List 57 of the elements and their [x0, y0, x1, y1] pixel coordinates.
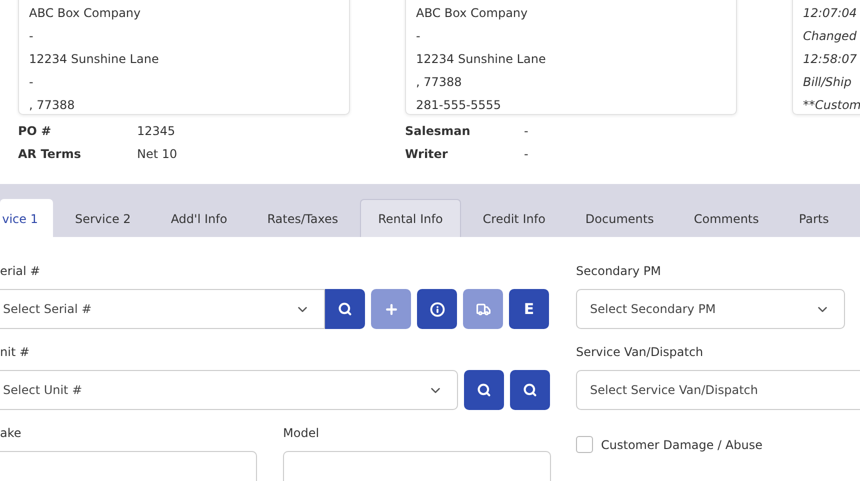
unit-select[interactable]: Select Unit #: [0, 370, 458, 410]
field-label: Service Van/Dispatch: [576, 344, 704, 361]
tab[interactable]: Add'l Info: [152, 199, 246, 237]
tab[interactable]: Parts: [780, 199, 847, 237]
tab[interactable]: Rates/Taxes: [249, 199, 356, 237]
address-line: 12234 Sunshine Lane: [416, 51, 547, 68]
info-button[interactable]: [417, 289, 457, 329]
search-button[interactable]: [464, 370, 504, 410]
info-value: -: [524, 123, 530, 140]
info-label: Writer: [405, 146, 449, 163]
address-line: -: [416, 28, 422, 45]
info-icon: [430, 302, 444, 316]
info-label: PO #: [18, 123, 52, 140]
truck-icon: [476, 302, 490, 316]
search-icon: [338, 302, 352, 316]
service-van-select[interactable]: Select Service Van/Dispatch: [576, 370, 860, 410]
search-button[interactable]: [325, 289, 365, 329]
address-line: Changed: [803, 28, 858, 45]
field-label: Model: [283, 425, 320, 442]
tab[interactable]: Comments: [676, 199, 777, 237]
info-value: 12345: [137, 123, 176, 140]
checkbox-label: Customer Damage / Abuse: [601, 438, 762, 452]
field-label: nit #: [0, 344, 31, 361]
address-line: -: [29, 28, 34, 45]
make-select[interactable]: [0, 451, 257, 481]
info-value: -: [524, 146, 530, 163]
address-line: 281-555-5555: [416, 97, 502, 114]
info-value: Net 10: [137, 146, 178, 163]
tab[interactable]: Service 2: [57, 199, 149, 237]
plus-icon: [384, 302, 398, 316]
tab[interactable]: vice 1: [0, 199, 53, 237]
address-line: Bill/Ship: [803, 74, 852, 91]
field-label: erial #: [0, 263, 42, 280]
address-line: 12:07:04: [803, 5, 858, 22]
address-line: ABC Box Company: [29, 5, 142, 22]
checkbox[interactable]: [576, 436, 593, 453]
address-line: , 77388: [416, 74, 463, 91]
search-icon: [477, 383, 491, 397]
tab[interactable]: Rental Info: [360, 199, 461, 237]
info-label: AR Terms: [18, 146, 82, 163]
address-line: -: [29, 74, 34, 91]
tab[interactable]: Credit Info: [464, 199, 564, 237]
e-button[interactable]: E: [509, 289, 549, 329]
address-line: 12234 Sunshine Lane: [29, 51, 160, 68]
secondary-pm-select[interactable]: Select Secondary PM: [576, 289, 845, 329]
serial-select[interactable]: Select Serial #: [0, 289, 325, 329]
field-label: Secondary PM: [576, 263, 662, 280]
address-line: **Custom: [803, 97, 860, 114]
address-line: 12:58:07: [803, 51, 858, 68]
search-icon: [523, 383, 537, 397]
field-label: ake: [0, 425, 22, 442]
info-label: Salesman: [405, 123, 472, 140]
model-select[interactable]: [283, 451, 551, 481]
tab[interactable]: Documents: [567, 199, 672, 237]
address-line: , 77388: [29, 97, 76, 114]
search-button[interactable]: [510, 370, 550, 410]
address-line: ABC Box Company: [416, 5, 529, 22]
